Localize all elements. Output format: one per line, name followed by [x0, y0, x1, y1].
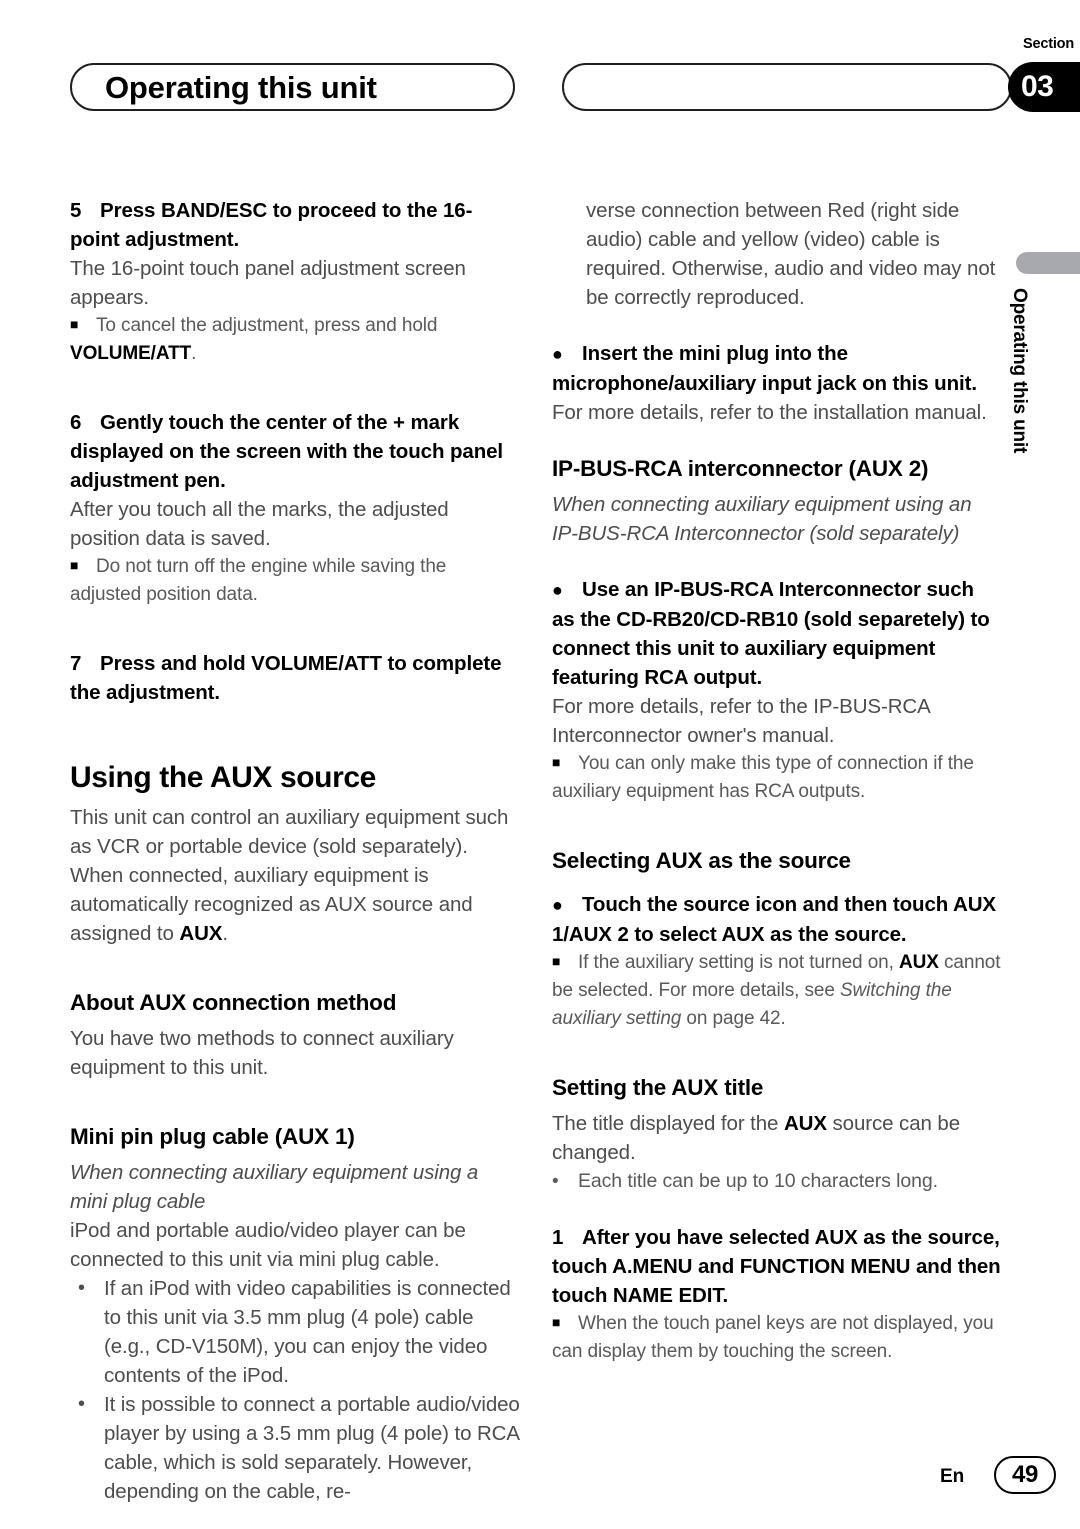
selecting-aux-bullet-heading-text: Touch the source icon and then touch AUX…	[552, 893, 996, 947]
step-5-number: 5	[70, 199, 82, 222]
ipbus-note: ■ You can only make this type of connecti…	[552, 750, 1002, 806]
selecting-aux-note-part3: on page 42.	[681, 1008, 786, 1030]
heading-ipbus-rca-interconnector: IP-BUS-RCA interconnector (AUX 2)	[552, 456, 929, 481]
step-6: 6 Gently touch the center of the + mark d…	[70, 408, 520, 495]
step-5-text: Press BAND/ESC to proceed to the 16-poin…	[70, 199, 473, 251]
ipbus-italic-lead: When connecting auxiliary equipment usin…	[552, 493, 972, 545]
page-footer: En 49	[0, 1452, 1080, 1512]
setting-title-step-1-note: ■ When the touch panel keys are not displ…	[552, 1310, 1002, 1366]
insert-plug-body: For more details, refer to the installat…	[552, 401, 987, 424]
square-bullet-icon: ■	[552, 1314, 561, 1331]
page-header: Operating this unit Section 03	[0, 0, 1080, 170]
step-7-text: Press and hold VOLUME/ATT to complete th…	[70, 652, 502, 705]
step-6-text: Gently touch the center of the + mark di…	[70, 411, 504, 493]
heading-setting-aux-title: Setting the AUX title	[552, 1075, 764, 1101]
aux-source-body: This unit can control an auxiliary equip…	[70, 803, 520, 948]
step-6-note: ■ Do not turn off the engine while saving…	[70, 553, 520, 609]
footer-page-number: 49	[994, 1456, 1056, 1494]
section-number-badge: 03	[1008, 62, 1080, 112]
empty-header-pill	[562, 63, 1012, 111]
continuation-paragraph: verse connection between Red (right side…	[586, 199, 996, 309]
ipbus-bullet-heading: ● Use an IP-BUS-RCA Interconnector such a…	[552, 575, 1002, 692]
square-bullet-icon: ■	[552, 953, 561, 970]
step-6-body: After you touch all the marks, the adjus…	[70, 498, 449, 551]
side-tab-bar	[1016, 252, 1080, 274]
step-6-number: 6	[70, 411, 82, 435]
step-7: 7 Press and hold VOLUME/ATT to complete t…	[70, 649, 520, 707]
setting-title-step-1-number: 1	[552, 1226, 564, 1250]
setting-title-step-1-text: After you have selected AUX as the sourc…	[552, 1226, 1001, 1308]
heading-mini-pin-plug-cable: Mini pin plug cable (AUX 1)	[70, 1124, 355, 1150]
step-5-note-text: To cancel the adjustment, press and hold	[96, 315, 438, 337]
setting-title-step-1-note-text: When the touch panel keys are not displa…	[552, 1313, 994, 1363]
insert-plug-heading-text: Insert the mini plug into the microphone…	[552, 342, 977, 395]
list-item: If an iPod with video capabilities is co…	[70, 1274, 520, 1390]
step-5-note-suffix: .	[191, 343, 197, 365]
setting-title-step-1: 1 After you have selected AUX as the sour…	[552, 1223, 1002, 1310]
ipbus-bullet-heading-text: Use an IP-BUS-RCA Interconnector such as…	[552, 578, 990, 689]
step-5-note: ■ To cancel the adjustment, press and hol…	[70, 312, 520, 368]
side-tab: Operating this unit	[1009, 252, 1080, 542]
aux-source-body-part2: .	[222, 922, 228, 946]
setting-title-body-bold: AUX	[783, 1112, 827, 1136]
ipbus-body: For more details, refer to the IP-BUS-RC…	[552, 695, 930, 747]
step-5-body: The 16-point touch panel adjustment scre…	[70, 257, 466, 309]
ipbus-note-text: You can only make this type of connectio…	[552, 753, 974, 803]
square-bullet-icon: ■	[552, 754, 561, 770]
section-label: Section	[1023, 36, 1074, 52]
round-bullet-icon: ●	[552, 895, 563, 916]
insert-plug-heading: ● Insert the mini plug into the microphon…	[552, 339, 1002, 398]
heading-selecting-aux-as-source: Selecting AUX as the source	[552, 848, 851, 874]
side-tab-label: Operating this unit	[1009, 288, 1030, 454]
heading-about-aux-connection-method: About AUX connection method	[70, 990, 397, 1016]
selecting-aux-note-bold: AUX	[899, 952, 939, 974]
step-5-note-bold: VOLUME/ATT	[70, 343, 192, 365]
aux-source-body-part1: This unit can control an auxiliary equip…	[70, 806, 509, 946]
page-title: Operating this unit	[105, 70, 377, 105]
left-column: 5 Press BAND/ESC to proceed to the 16-poi…	[70, 196, 520, 1506]
selecting-aux-bullet-heading: ● Touch the source icon and then touch AU…	[552, 890, 1002, 949]
selecting-aux-note-part1: If the auxiliary setting is not turned o…	[578, 952, 899, 974]
step-5: 5 Press BAND/ESC to proceed to the 16-poi…	[70, 196, 520, 254]
mini-pin-italic-lead: When connecting auxiliary equipment usin…	[70, 1161, 479, 1214]
step-6-note-text: Do not turn off the engine while saving …	[70, 556, 447, 606]
setting-title-dotnote: • Each title can be up to 10 characters l…	[552, 1167, 1002, 1196]
dot-bullet-icon: •	[552, 1171, 559, 1193]
square-bullet-icon: ■	[70, 316, 79, 332]
about-aux-body: You have two methods to connect auxiliar…	[70, 1027, 454, 1080]
selecting-aux-note: ■ If the auxiliary setting is not turned …	[552, 949, 1002, 1033]
right-column: verse connection between Red (right side…	[552, 196, 1002, 1366]
aux-source-body-bold: AUX	[179, 922, 223, 946]
square-bullet-icon: ■	[70, 557, 79, 574]
step-7-number: 7	[70, 652, 82, 676]
setting-title-body: The title displayed for the AUX source c…	[552, 1109, 1002, 1167]
heading-using-aux-source: Using the AUX source	[70, 761, 376, 795]
setting-title-body-part1: The title displayed for the	[552, 1112, 784, 1136]
mini-pin-body: iPod and portable audio/video player can…	[70, 1219, 466, 1272]
round-bullet-icon: ●	[552, 344, 563, 364]
setting-title-dotnote-text: Each title can be up to 10 characters lo…	[578, 1170, 938, 1193]
footer-language: En	[940, 1466, 965, 1487]
round-bullet-icon: ●	[552, 580, 563, 600]
